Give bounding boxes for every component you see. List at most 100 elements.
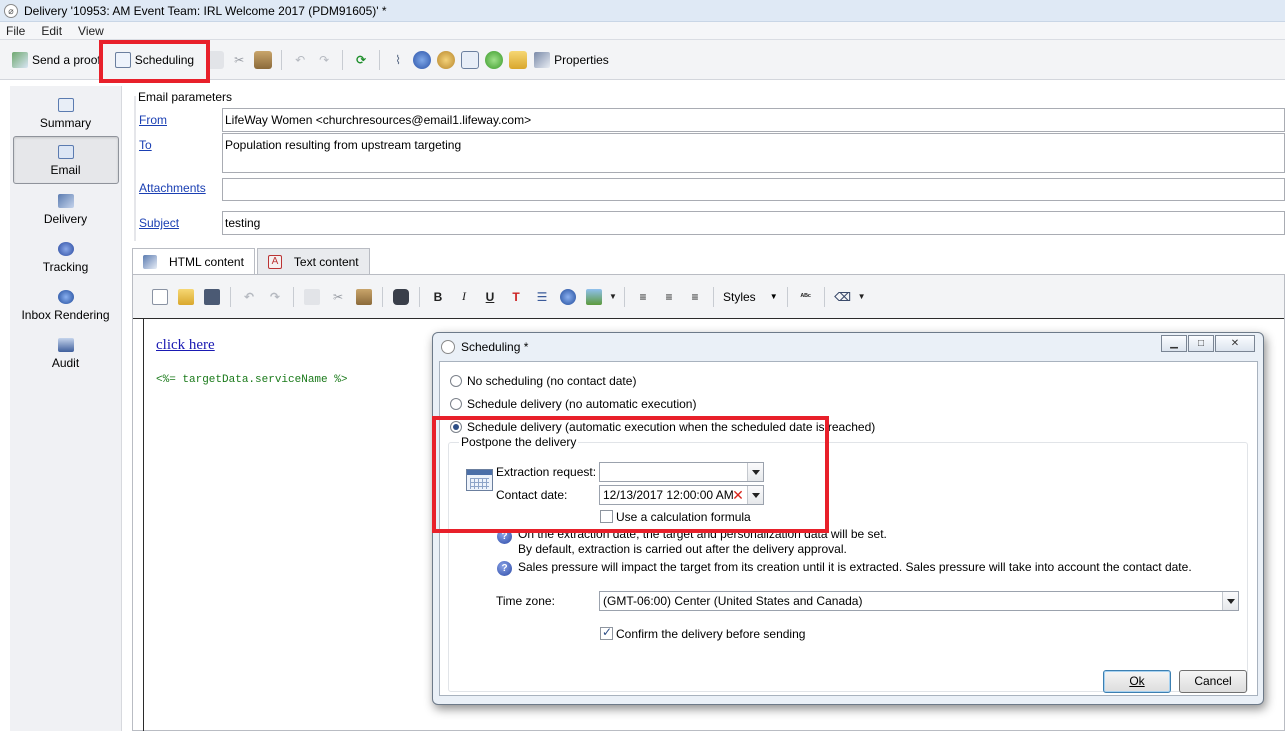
time-zone-value: (GMT-06:00) Center (United States and Ca…	[603, 594, 863, 608]
to-link[interactable]: To	[139, 138, 152, 152]
undo-icon[interactable]: ↶	[291, 51, 309, 69]
nav-item-delivery[interactable]: Delivery	[13, 184, 119, 232]
nav-item-label: Summary	[39, 116, 92, 130]
link-globe-icon[interactable]	[560, 288, 576, 305]
text-color-icon[interactable]: T	[508, 289, 524, 305]
radio-button[interactable]	[450, 375, 462, 387]
spellcheck-icon[interactable]: ᴬᴮᶜ	[798, 289, 814, 305]
styles-dropdown[interactable]: Styles ▼	[719, 290, 782, 304]
confirm-delivery-label: Confirm the delivery before sending	[616, 627, 806, 641]
tracking-icon	[57, 242, 74, 256]
tab-label: Text content	[293, 254, 359, 269]
paste-icon[interactable]	[254, 50, 273, 69]
nav-item-label: Email	[50, 163, 81, 177]
toolbar-separator	[342, 49, 344, 70]
cut-icon[interactable]: ✂	[330, 289, 346, 305]
subject-link[interactable]: Subject	[139, 216, 179, 230]
nav-item-tracking[interactable]: Tracking	[13, 232, 119, 280]
menu-view[interactable]: View	[78, 24, 104, 38]
folder-icon[interactable]	[509, 50, 528, 69]
network-icon[interactable]	[413, 50, 432, 69]
tab-text-content[interactable]: A Text content	[256, 248, 370, 274]
refresh-icon[interactable]: ⟳	[352, 51, 370, 69]
dialog-title: Scheduling *	[461, 340, 529, 354]
radio-schedule-manual[interactable]: Schedule delivery (no automatic executio…	[450, 397, 696, 411]
menu-edit[interactable]: Edit	[41, 24, 62, 38]
undo-icon[interactable]: ↶	[241, 289, 257, 305]
editor-toolbar-separator	[293, 286, 294, 307]
editor-toolbar-separator	[823, 286, 825, 307]
window-title: Delivery '10953: AM Event Team: IRL Welc…	[24, 3, 387, 18]
nav-item-summary[interactable]: Summary	[13, 88, 119, 136]
nav-item-email[interactable]: Email	[12, 136, 119, 184]
list-icon[interactable]: ☰	[534, 289, 550, 305]
styles-label: Styles	[723, 289, 756, 304]
radio-button[interactable]	[450, 398, 462, 410]
subject-field[interactable]: testing	[222, 211, 1285, 235]
paste-icon[interactable]	[356, 288, 372, 305]
status-icon[interactable]	[485, 50, 504, 69]
align-center-icon[interactable]: ≡	[661, 289, 677, 305]
radio-no-scheduling[interactable]: No scheduling (no contact date)	[450, 374, 636, 388]
window-controls: ▁ □ ✕	[1160, 335, 1255, 352]
image-icon[interactable]	[586, 288, 602, 305]
radio-label: Schedule delivery (no automatic executio…	[467, 397, 697, 411]
chevron-down-icon[interactable]: ▼	[858, 289, 866, 305]
audit-icon	[57, 338, 74, 352]
email-parameters-title: Email parameters	[138, 90, 233, 104]
maximize-button[interactable]: □	[1188, 335, 1214, 352]
underline-button[interactable]: U	[482, 289, 498, 305]
editor-toolbar-separator	[230, 286, 231, 307]
from-link[interactable]: From	[139, 113, 167, 127]
menu-file[interactable]: File	[6, 24, 25, 38]
html-content-icon	[143, 255, 157, 269]
align-right-icon[interactable]: ≡	[687, 289, 703, 305]
clear-format-icon[interactable]: ⌫	[834, 289, 851, 305]
nav-item-label: Tracking	[42, 260, 89, 274]
chevron-down-icon[interactable]: ▼	[609, 289, 617, 305]
ok-button[interactable]: Ok	[1103, 670, 1171, 693]
copy-icon[interactable]	[304, 288, 320, 305]
tab-html-content[interactable]: HTML content	[132, 248, 255, 275]
properties-button[interactable]: Properties	[530, 48, 613, 72]
editor-toolbar-separator	[419, 286, 420, 307]
window-titlebar: ⌀ Delivery '10953: AM Event Team: IRL We…	[0, 0, 1285, 22]
form-icon[interactable]	[461, 50, 480, 69]
extraction-info-line2: By default, extraction is carried out af…	[518, 542, 847, 556]
gears-icon[interactable]	[437, 50, 456, 69]
to-field[interactable]: Population resulting from upstream targe…	[222, 133, 1285, 173]
properties-icon	[534, 51, 551, 68]
save-icon[interactable]	[204, 288, 220, 305]
close-button[interactable]: ✕	[1215, 335, 1255, 352]
align-left-icon[interactable]: ≡	[635, 289, 651, 305]
nav-item-inbox-rendering[interactable]: Inbox Rendering	[13, 280, 119, 328]
app-icon	[441, 340, 455, 354]
nav-item-audit[interactable]: Audit	[13, 328, 119, 376]
editor-toolbar: ↶ ↷ ✂ B I U T ☰ ▼ ≡ ≡ ≡ Styles ▼ ᴬᴮᶜ ⌫ ▼	[133, 275, 1284, 319]
time-zone-combo[interactable]: (GMT-06:00) Center (United States and Ca…	[599, 591, 1239, 611]
editor-toolbar-separator	[786, 286, 788, 307]
find-binoculars-icon[interactable]	[393, 288, 409, 305]
bold-button[interactable]: B	[430, 289, 446, 305]
send-proof-button[interactable]: Send a proof	[8, 48, 105, 72]
new-document-icon[interactable]	[152, 288, 168, 305]
toolbar-separator	[281, 49, 283, 70]
confirm-delivery-checkbox[interactable]	[600, 625, 613, 640]
from-field[interactable]: LifeWay Women <churchresources@email1.li…	[222, 108, 1285, 132]
minimize-button[interactable]: ▁	[1161, 335, 1187, 352]
dialog-titlebar: Scheduling *	[441, 340, 528, 354]
left-nav: Summary Email Delivery Tracking Inbox Re…	[10, 86, 122, 731]
attachment-icon[interactable]: ⌇	[389, 51, 407, 69]
italic-button[interactable]: I	[456, 289, 472, 305]
tab-label: HTML content	[169, 255, 244, 269]
cancel-button[interactable]: Cancel	[1179, 670, 1247, 693]
attachments-field[interactable]	[222, 178, 1285, 201]
redo-icon[interactable]: ↷	[315, 51, 333, 69]
redo-icon[interactable]: ↷	[267, 289, 283, 305]
click-here-link[interactable]: click here	[156, 337, 215, 354]
summary-icon	[57, 98, 74, 112]
cut-icon[interactable]: ✂	[230, 51, 248, 69]
chevron-down-icon[interactable]	[1222, 592, 1238, 610]
open-folder-icon[interactable]	[178, 288, 194, 305]
attachments-link[interactable]: Attachments	[139, 181, 206, 195]
